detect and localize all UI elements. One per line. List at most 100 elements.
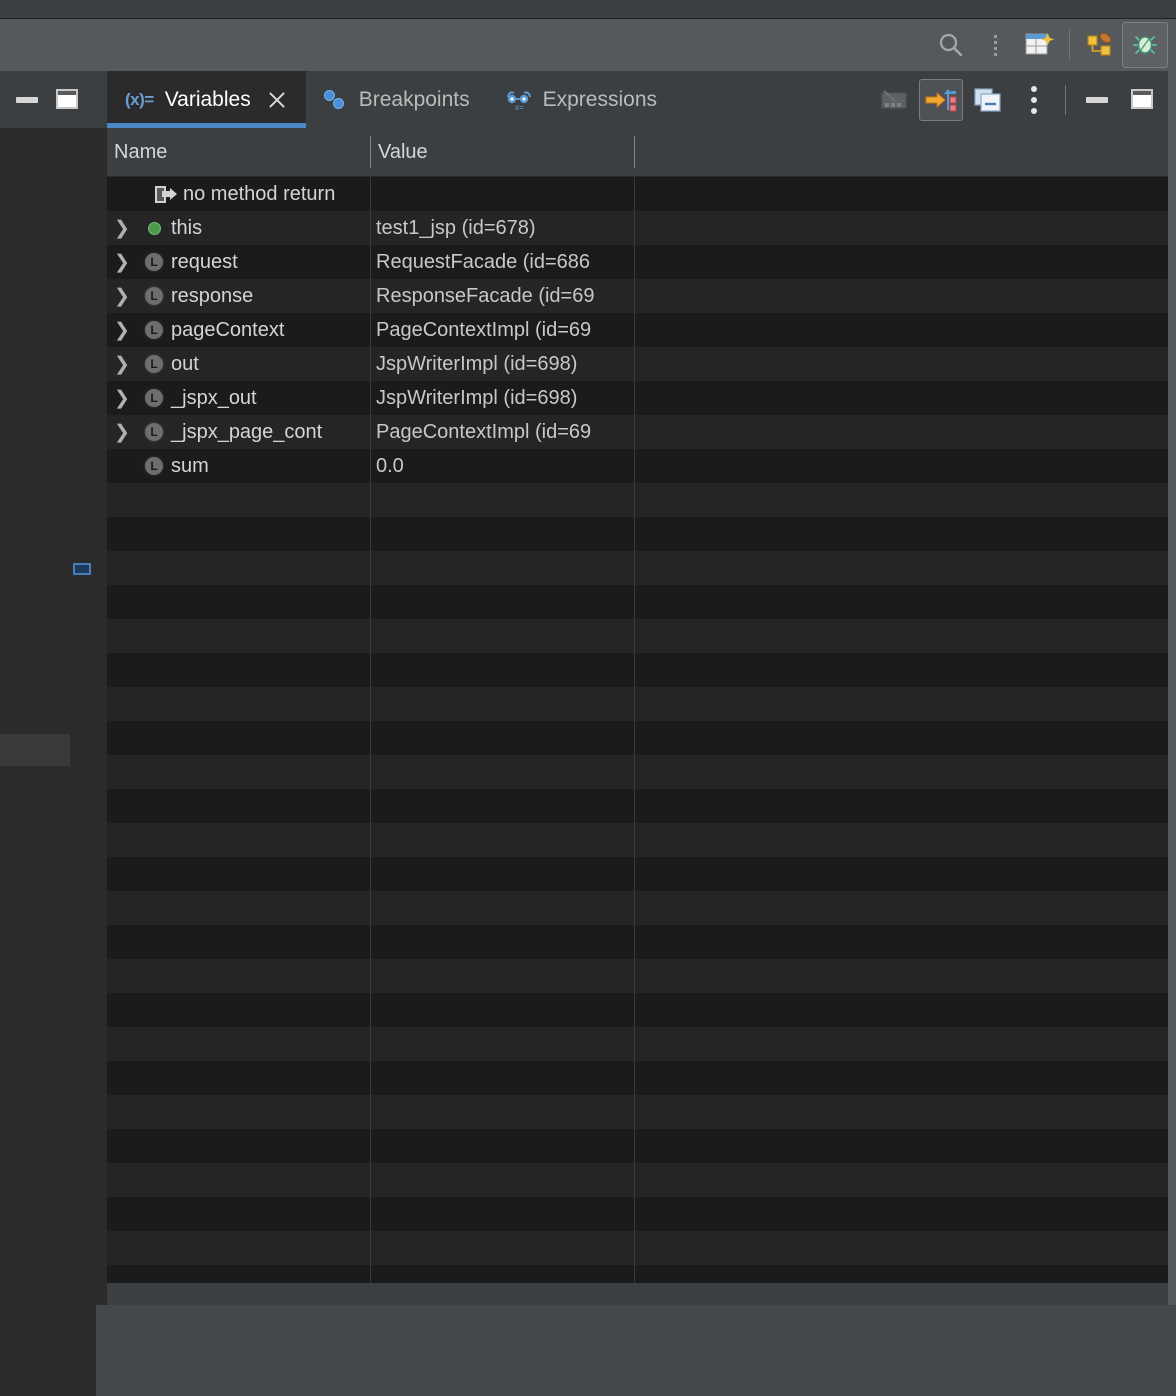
local-variable-icon: L: [145, 355, 163, 373]
table-row-empty: [107, 1231, 1168, 1265]
row-column-divider: [370, 313, 371, 347]
row-column-divider: [634, 959, 635, 993]
row-column-divider: [370, 1231, 371, 1265]
tab-expressions[interactable]: x= Expressions: [488, 71, 675, 128]
table-row[interactable]: ❯ this test1_jsp (id=678): [107, 211, 1168, 245]
window-top-strip: [0, 0, 1176, 19]
column-divider[interactable]: [370, 136, 371, 168]
expand-arrow-icon[interactable]: ❯: [107, 353, 137, 376]
restore-button[interactable]: [1122, 80, 1164, 120]
variables-icon: (x)=: [125, 89, 154, 109]
table-row[interactable]: ❯ Lsum 0.0: [107, 449, 1168, 483]
variable-value: [376, 177, 634, 211]
table-row[interactable]: ❯ Lout JspWriterImpl (id=698): [107, 347, 1168, 381]
row-column-divider: [634, 347, 635, 381]
show-frames-button[interactable]: [967, 80, 1009, 120]
table-row[interactable]: ❯ LpageContext PageContextImpl (id=69: [107, 313, 1168, 347]
tab-expressions-label: Expressions: [542, 87, 658, 111]
row-column-divider: [370, 687, 371, 721]
layout-settings-icon[interactable]: [1017, 23, 1061, 67]
run-configurations-icon[interactable]: [1078, 23, 1122, 67]
table-row-empty: [107, 823, 1168, 857]
variable-value: PageContextImpl (id=69: [376, 420, 592, 443]
table-row[interactable]: ❯ L _jspx_page_cont PageContextImpl (id=69: [107, 415, 1168, 449]
tab-variables[interactable]: (x)= Variables: [107, 71, 306, 128]
evaluate-expression-button[interactable]: [919, 78, 963, 121]
tab-breakpoints[interactable]: Breakpoints: [306, 71, 488, 128]
hide-button[interactable]: [1076, 80, 1118, 120]
row-column-divider: [634, 381, 635, 415]
variable-value: JspWriterImpl (id=698): [376, 386, 578, 409]
expand-arrow-icon[interactable]: ❯: [107, 387, 137, 410]
row-column-divider: [370, 1061, 371, 1095]
expand-arrow-icon[interactable]: ❯: [107, 217, 137, 240]
row-column-divider: [370, 857, 371, 891]
expand-arrow-icon[interactable]: ❯: [107, 421, 137, 444]
table-row-empty: [107, 517, 1168, 551]
row-column-divider: [370, 551, 371, 585]
row-column-divider: [634, 1129, 635, 1163]
table-row-empty: [107, 1027, 1168, 1061]
row-column-divider: [634, 313, 635, 347]
expand-arrow-icon[interactable]: ❯: [107, 251, 137, 274]
row-column-divider: [634, 619, 635, 653]
header-icon-group: [929, 19, 1168, 71]
row-column-divider: [370, 959, 371, 993]
table-row-empty: [107, 1061, 1168, 1095]
row-column-divider: [370, 211, 371, 245]
variable-value: ResponseFacade (id=69: [376, 284, 595, 307]
mute-breakpoints-button[interactable]: [873, 80, 915, 120]
gutter-marker-icon[interactable]: [73, 563, 91, 575]
table-row-empty: [107, 959, 1168, 993]
row-column-divider: [634, 279, 635, 313]
table-row[interactable]: ❯ L _jspx_out JspWriterImpl (id=698): [107, 381, 1168, 415]
variable-name: out: [171, 352, 199, 375]
row-column-divider: [634, 1231, 635, 1265]
expressions-icon: x=: [506, 89, 532, 112]
table-row[interactable]: ❯ Lresponse ResponseFacade (id=69: [107, 279, 1168, 313]
local-variable-icon: L: [145, 423, 163, 441]
row-column-divider: [634, 823, 635, 857]
more-options-button[interactable]: [1013, 80, 1055, 120]
table-row-empty: [107, 1163, 1168, 1197]
method-return-icon: [155, 185, 177, 203]
expand-arrow-icon[interactable]: ❯: [107, 285, 137, 308]
close-icon[interactable]: [266, 89, 288, 111]
cell-name: ❯ L _jspx_out: [107, 381, 370, 415]
column-divider[interactable]: [634, 136, 635, 168]
table-row-empty: [107, 721, 1168, 755]
row-column-divider: [370, 755, 371, 789]
maximize-button[interactable]: [56, 88, 80, 111]
row-column-divider: [370, 891, 371, 925]
row-column-divider: [370, 517, 371, 551]
table-row[interactable]: no method return: [107, 177, 1168, 211]
table-row-empty: [107, 619, 1168, 653]
gutter-highlight-block: [0, 734, 70, 766]
column-header-name[interactable]: Name: [114, 128, 167, 176]
table-row[interactable]: ❯ Lrequest RequestFacade (id=686: [107, 245, 1168, 279]
search-icon[interactable]: [929, 23, 973, 67]
row-column-divider: [370, 1027, 371, 1061]
minimize-button[interactable]: [16, 90, 38, 110]
row-column-divider: [370, 347, 371, 381]
table-body: no method return ❯ this test1_jsp (id=678) ❯…: [107, 177, 1168, 1333]
variable-value: test1_jsp (id=678): [376, 216, 536, 239]
row-column-divider: [634, 1095, 635, 1129]
grip-dots-icon[interactable]: [973, 23, 1017, 67]
row-column-divider: [370, 245, 371, 279]
variables-table: Name Value no method return ❯ this test1_js…: [107, 128, 1168, 1333]
row-column-divider: [370, 1163, 371, 1197]
right-edge-strip: [1168, 71, 1176, 1305]
row-column-divider: [634, 551, 635, 585]
column-header-value[interactable]: Value: [378, 128, 428, 176]
row-type-icon: [137, 221, 171, 235]
local-variable-icon: L: [145, 389, 163, 407]
row-column-divider: [370, 653, 371, 687]
bottom-status-panel: [96, 1305, 1176, 1396]
row-column-divider: [370, 483, 371, 517]
row-column-divider: [370, 177, 371, 211]
expand-arrow-icon[interactable]: ❯: [107, 319, 137, 342]
debug-icon[interactable]: [1122, 22, 1168, 68]
cell-name: no method return: [107, 177, 370, 211]
row-column-divider: [370, 449, 371, 483]
